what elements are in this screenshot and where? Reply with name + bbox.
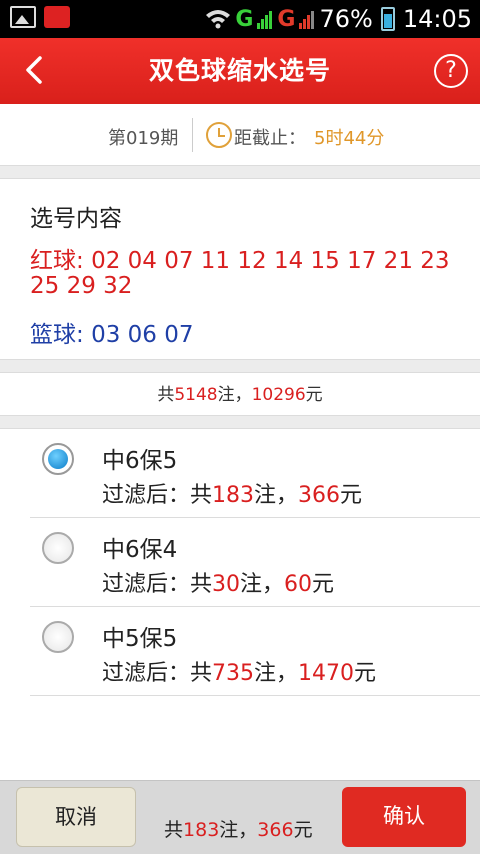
red-ball-label: 红球: <box>30 248 84 274</box>
battery-percent: 76% <box>319 5 373 33</box>
filter-suffix: 元 <box>312 572 335 597</box>
filter-mid: 注， <box>254 661 299 686</box>
blue-balls-line: 篮球: 03 06 07 <box>30 315 193 349</box>
app-header: 双色球缩水选号 ? <box>0 38 480 104</box>
bottom-bets: 183 <box>183 819 220 841</box>
option-row[interactable]: 中5保5 过滤后：共735注，1470元 <box>30 607 480 696</box>
filter-suffix: 元 <box>340 483 363 508</box>
clock-icon <box>206 122 232 148</box>
filter-mid: 注， <box>254 483 299 508</box>
red-ball-numbers: 02 04 07 11 12 14 15 17 21 23 <box>91 248 450 274</box>
bottom-suffix: 元 <box>293 819 313 841</box>
filter-amount: 60 <box>284 572 313 597</box>
red-balls-line-1: 红球: 02 04 07 11 12 14 15 17 21 23 <box>30 241 450 275</box>
filter-options: 中6保5 过滤后：共183注，366元 中6保4 过滤后：共30注，60元 中5… <box>0 428 480 780</box>
divider <box>192 118 193 152</box>
option-row[interactable]: 中6保4 过滤后：共30注，60元 <box>30 518 480 607</box>
blue-ball-numbers: 03 06 07 <box>91 322 194 348</box>
filter-label: 过滤后：共 <box>102 483 213 508</box>
option-filter-result: 过滤后：共183注，366元 <box>102 477 362 509</box>
option-filter-result: 过滤后：共30注，60元 <box>102 566 334 598</box>
option-filter-result: 过滤后：共735注，1470元 <box>102 655 376 687</box>
confirm-button[interactable]: 确认 <box>342 787 466 847</box>
network-type-1: G <box>235 6 254 32</box>
option-row[interactable]: 中6保5 过滤后：共183注，366元 <box>30 429 480 518</box>
option-name: 中6保5 <box>102 448 178 474</box>
option-name: 中6保4 <box>102 537 178 563</box>
total-summary: 共5148注，10296元 <box>0 372 480 416</box>
wifi-icon <box>206 10 231 29</box>
filter-label: 过滤后：共 <box>102 661 213 686</box>
bottom-mid: 注， <box>219 819 258 841</box>
bottom-amount: 366 <box>257 819 294 841</box>
help-icon[interactable]: ? <box>434 54 468 88</box>
bottom-prefix: 共 <box>164 819 184 841</box>
notification-icons <box>10 6 70 28</box>
app-notification-icon <box>44 6 70 28</box>
deadline-value: 5时44分 <box>314 128 385 149</box>
cancel-button[interactable]: 取消 <box>16 787 136 847</box>
total-mid: 注， <box>217 385 252 405</box>
status-bar: G G 76% 14:05 <box>0 0 480 38</box>
filter-bets: 735 <box>212 661 255 686</box>
radio-unselected[interactable] <box>42 532 74 564</box>
signal-icon <box>299 11 315 29</box>
blue-ball-label: 篮球: <box>30 322 84 348</box>
total-prefix: 共 <box>157 385 175 405</box>
total-amount: 10296 <box>251 385 306 405</box>
radio-unselected[interactable] <box>42 621 74 653</box>
selection-content: 选号内容 红球: 02 04 07 11 12 14 15 17 21 23 2… <box>0 178 480 360</box>
deadline-label: 距截止： <box>234 128 306 149</box>
radio-selected[interactable] <box>42 443 74 475</box>
filter-amount: 1470 <box>298 661 355 686</box>
clock-time: 14:05 <box>402 5 472 33</box>
total-bets: 5148 <box>174 385 218 405</box>
total-suffix: 元 <box>305 385 323 405</box>
filter-bets: 183 <box>212 483 255 508</box>
filter-suffix: 元 <box>354 661 377 686</box>
red-balls-line-2: 25 29 32 <box>30 273 133 299</box>
battery-icon <box>380 7 395 31</box>
filter-label: 过滤后：共 <box>102 572 213 597</box>
signal-icon <box>257 11 273 29</box>
page-title: 双色球缩水选号 <box>148 56 331 85</box>
filter-amount: 366 <box>298 483 341 508</box>
content-title: 选号内容 <box>30 206 122 232</box>
image-icon <box>10 6 36 28</box>
network-type-2: G <box>277 6 296 32</box>
filter-mid: 注， <box>240 572 285 597</box>
period-bar: 第019期 距截止： 5时44分 <box>0 104 480 166</box>
option-name: 中5保5 <box>102 626 178 652</box>
filter-bets: 30 <box>212 572 241 597</box>
bottom-total: 共183注，366元 <box>164 815 313 842</box>
period-number: 第019期 <box>108 128 179 149</box>
status-indicators: G G 76% 14:05 <box>205 3 472 35</box>
bottom-bar: 取消 共183注，366元 确认 <box>0 780 480 854</box>
